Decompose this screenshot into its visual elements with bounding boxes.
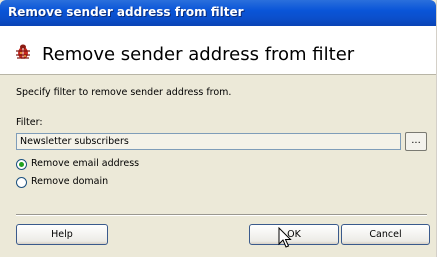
browse-button[interactable]: ... [405, 132, 427, 151]
dialog-window: Remove sender address from filter [0, 0, 437, 257]
filter-field-value: Newsletter subscribers [20, 136, 129, 147]
filter-label: Filter: [16, 117, 43, 128]
cancel-button[interactable]: Cancel [341, 224, 430, 245]
remove-domain-radio[interactable] [16, 177, 27, 188]
bug-filter-icon [16, 44, 30, 59]
remove-email-label[interactable]: Remove email address [31, 158, 139, 169]
ok-button[interactable]: OK [249, 224, 339, 245]
radio-selected-dot [19, 162, 24, 167]
button-separator [16, 214, 427, 216]
title-bar[interactable]: Remove sender address from filter [0, 0, 436, 26]
help-button[interactable]: Help [16, 224, 108, 245]
remove-domain-label[interactable]: Remove domain [31, 176, 108, 187]
filter-field[interactable]: Newsletter subscribers [16, 133, 401, 150]
window-title: Remove sender address from filter [8, 5, 244, 19]
mouse-cursor-icon [278, 227, 292, 248]
remove-email-radio[interactable] [16, 159, 27, 170]
instructions-text: Specify filter to remove sender address … [16, 87, 232, 98]
header-title: Remove sender address from filter [42, 44, 355, 65]
